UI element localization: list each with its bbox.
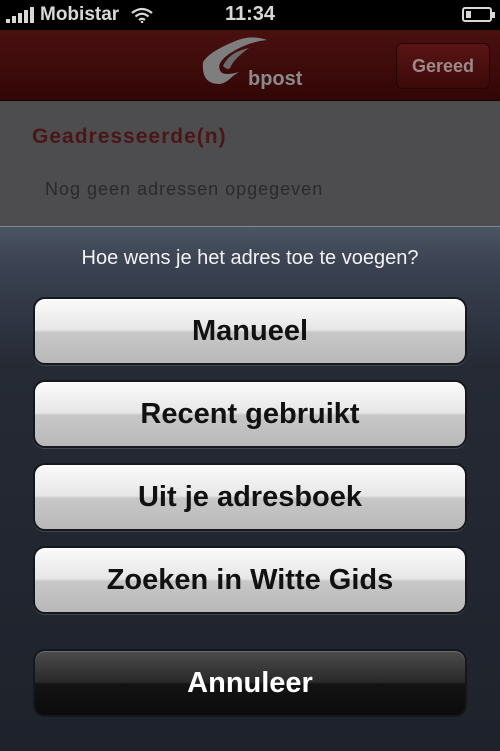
done-button[interactable]: Gereed xyxy=(396,43,490,89)
main-content: Geadresseerde(n) Nog geen adressen opgeg… xyxy=(0,101,500,236)
option-whitepages-search-button[interactable]: Zoeken in Witte Gids xyxy=(33,546,467,614)
logo-text: bpost xyxy=(248,68,303,90)
action-sheet: Hoe wens je het adres toe te voegen? Man… xyxy=(0,226,500,751)
status-time: 11:34 xyxy=(224,3,276,25)
battery-icon xyxy=(462,7,495,22)
recipients-empty-text: Nog geen adressen opgegeven xyxy=(45,179,324,199)
status-bar: Mobistar 11:34 xyxy=(0,0,500,30)
option-addressbook-button[interactable]: Uit je adresboek xyxy=(33,463,467,531)
action-sheet-title: Hoe wens je het adres toe te voegen? xyxy=(81,247,419,269)
cancel-button[interactable]: Annuleer xyxy=(33,649,467,717)
option-recent-button[interactable]: Recent gebruikt xyxy=(33,380,467,448)
nav-bar: bpost Gereed xyxy=(0,30,500,101)
recipients-heading: Geadresseerde(n) xyxy=(32,125,227,148)
option-manual-button[interactable]: Manueel xyxy=(33,297,467,365)
